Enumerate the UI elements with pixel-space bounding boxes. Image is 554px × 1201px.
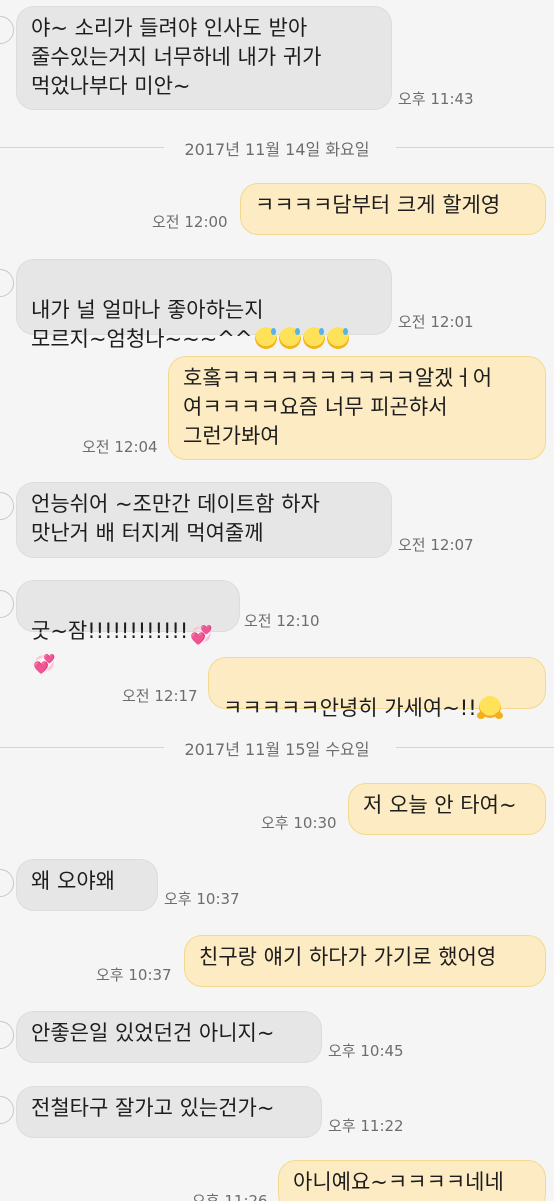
date-divider: 2017년 11월 14일 화요일 xyxy=(0,135,554,159)
message-timestamp: 오전 12:04 xyxy=(82,438,158,456)
message-timestamp: 오후 10:30 xyxy=(261,814,337,832)
divider-line xyxy=(396,147,554,148)
message-timestamp: 오후 11:22 xyxy=(328,1117,404,1135)
outgoing-message-bubble[interactable]: ㅋㅋㅋㅋ담부터 크게 할게영 xyxy=(240,183,546,235)
message-timestamp: 오후 10:37 xyxy=(96,966,172,984)
avatar[interactable] xyxy=(0,590,14,618)
message-timestamp: 오후 10:45 xyxy=(328,1042,404,1060)
incoming-message-bubble[interactable]: 안좋은일 있었던건 아니지~ xyxy=(16,1011,322,1063)
message-text: 내가 널 얼마나 좋아하는지 모르지~엄청나~~~^^ xyxy=(31,298,264,351)
date-divider: 2017년 11월 15일 수요일 xyxy=(0,735,554,759)
message-timestamp: 오후 10:37 xyxy=(164,890,240,908)
outgoing-message-bubble[interactable]: 저 오늘 안 타여~ xyxy=(348,783,546,835)
outgoing-message-bubble[interactable]: 호홐ㅋㅋㅋㅋㅋㅋㅋㅋㅋㅋ알겠ㅓ어 여ㅋㅋㅋㅋ요즘 너무 피곤햐서 그런가봐여 xyxy=(168,356,546,460)
incoming-message-bubble[interactable]: 왜 오야왜 xyxy=(16,859,158,911)
two-hearts-emoji: 💞 xyxy=(33,654,56,675)
message-text: 굿~잠!!!!!!!!!!!! xyxy=(31,619,189,643)
date-divider-label: 2017년 11월 14일 화요일 xyxy=(184,140,370,159)
message-text: ㅋㅋㅋㅋㅋ안녕히 가세여~!! xyxy=(223,696,477,720)
incoming-message-bubble[interactable]: 언능쉬어 ~조만간 데이트함 하자 맛난거 배 터지게 먹여줄께 xyxy=(16,482,392,558)
incoming-message-bubble[interactable]: 야~ 소리가 들려야 인사도 받아 줄수있는거지 너무하네 내가 귀가 먹었나부… xyxy=(16,6,392,110)
message-timestamp: 오후 11:43 xyxy=(398,90,474,108)
avatar[interactable] xyxy=(0,16,14,44)
divider-line xyxy=(396,747,554,748)
grinning-sweat-emoji xyxy=(254,327,277,349)
incoming-message-bubble[interactable]: 굿~잠!!!!!!!!!!!! 💞💞 xyxy=(16,580,240,675)
message-timestamp: 오전 12:07 xyxy=(398,536,474,554)
outgoing-message-bubble[interactable]: 아니예요~ㅋㅋㅋㅋ네네 xyxy=(278,1160,546,1201)
avatar[interactable] xyxy=(0,492,14,520)
grinning-sweat-emoji xyxy=(326,327,349,349)
incoming-message-bubble[interactable]: 전철타구 잘가고 있는건가~ xyxy=(16,1086,322,1138)
grinning-sweat-emoji xyxy=(302,327,325,349)
two-hearts-emoji: 💞 xyxy=(190,625,213,646)
chat-thread[interactable]: 야~ 소리가 들려야 인사도 받아 줄수있는거지 너무하네 내가 귀가 먹었나부… xyxy=(0,0,554,1201)
avatar[interactable] xyxy=(0,269,14,297)
hugging-face-emoji xyxy=(476,696,503,719)
avatar[interactable] xyxy=(0,1021,14,1049)
grinning-sweat-emoji xyxy=(278,327,301,349)
message-timestamp: 오전 12:17 xyxy=(122,687,198,705)
message-timestamp: 오전 12:00 xyxy=(152,213,228,231)
message-timestamp: 오후 11:26 xyxy=(192,1192,268,1201)
message-timestamp: 오전 12:10 xyxy=(244,612,320,630)
outgoing-message-bubble[interactable]: ㅋㅋㅋㅋㅋ안녕히 가세여~!! xyxy=(208,657,546,720)
incoming-message-bubble[interactable]: 내가 널 얼마나 좋아하는지 모르지~엄청나~~~^^ xyxy=(16,259,392,351)
outgoing-message-bubble[interactable]: 친구랑 얘기 하다가 가기로 했어영 xyxy=(184,935,546,987)
message-row: 오후 11:26 아니예요~ㅋㅋㅋㅋ네네 xyxy=(0,1160,554,1201)
date-divider-label: 2017년 11월 15일 수요일 xyxy=(184,740,370,759)
avatar[interactable] xyxy=(0,1096,14,1124)
message-timestamp: 오전 12:01 xyxy=(398,313,474,331)
avatar[interactable] xyxy=(0,869,14,897)
